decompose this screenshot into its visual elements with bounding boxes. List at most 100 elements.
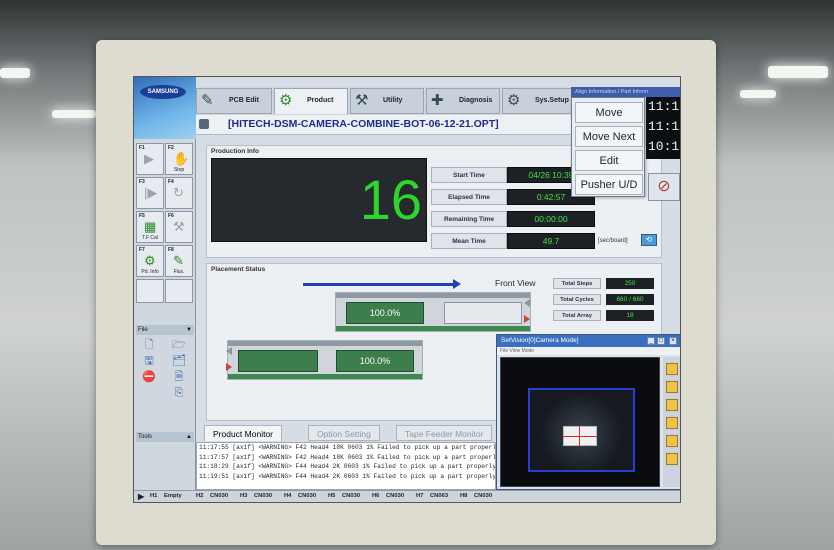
lower-board: 100.0% — [336, 350, 414, 372]
tab-sys-setup[interactable]: ⚙ Sys.Setup — [502, 88, 574, 114]
tab-tape-feeder-monitor[interactable]: Tape Feeder Monitor — [396, 425, 493, 441]
total-array-value: 18 — [606, 310, 654, 321]
mean-time-value: 49.7 — [507, 233, 595, 249]
mean-time-label: Mean Time — [431, 233, 507, 249]
head-label: H6 — [372, 493, 380, 499]
tab-pcb-edit[interactable]: ✎ PCB Edit — [196, 88, 272, 114]
f3-step-button[interactable]: F3 |▶ — [136, 177, 164, 209]
tab-label: Sys.Setup — [535, 97, 569, 104]
camera-tool-button[interactable] — [666, 381, 678, 393]
key-caption: Stop — [173, 167, 185, 173]
reset-button[interactable]: ⟲ — [641, 234, 657, 246]
nozzle-label: CN063 — [430, 493, 449, 499]
total-steps-value: 250 — [606, 278, 654, 289]
f4-cycle-button[interactable]: F4 ↻ — [165, 177, 193, 209]
f7-product-info-button[interactable]: F7 ⚙ Pd. Info — [136, 245, 164, 277]
flow-arrow-line — [303, 283, 453, 286]
crosshair-vertical — [579, 426, 580, 446]
tab-product-monitor[interactable]: Product Monitor — [204, 425, 282, 441]
tab-product[interactable]: ⚙ Product — [274, 88, 348, 114]
total-cycles-value: 660 / 660 — [606, 294, 654, 305]
tab-option-setting[interactable]: Option Setting — [308, 425, 380, 441]
ceiling-light — [768, 66, 828, 78]
camera-tool-button[interactable] — [666, 399, 678, 411]
production-counter: 16 — [211, 158, 427, 242]
conveyor-rail — [228, 374, 422, 379]
head-label: H3 — [240, 493, 248, 499]
blank-key[interactable] — [165, 279, 193, 303]
maximize-button[interactable]: □ — [657, 337, 665, 345]
head-label: H7 — [416, 493, 424, 499]
camera-tool-button[interactable] — [666, 363, 678, 375]
f2-stop-button[interactable]: F2 ✋ Stop — [165, 143, 193, 175]
f8-flux-button[interactable]: F8 ✎ Flux. — [165, 245, 193, 277]
camera-title-text: SetVision[0]Camera Mode] — [501, 337, 579, 344]
file-section-label: File — [138, 327, 148, 333]
remaining-time-value: 00:00:00 — [507, 211, 595, 227]
board-count: 16 — [359, 168, 422, 231]
f1-start-button[interactable]: F1 ▶ — [136, 143, 164, 175]
move-button[interactable]: Move — [575, 102, 643, 123]
f6-tool-button[interactable]: F6 ⚒ — [165, 211, 193, 243]
pcb-edit-icon: ✎ — [201, 92, 214, 109]
pusher-ud-button[interactable]: Pusher U/D — [575, 174, 643, 195]
front-view-label: Front View — [495, 278, 536, 288]
sys-setup-icon: ⚙ — [507, 92, 521, 109]
nozzle-label: CN030 — [342, 493, 361, 499]
warning-log[interactable]: 11:17:55 [ax1f] <WARNING> F42 Head4 18K … — [196, 442, 496, 490]
conveyor-rail — [336, 293, 530, 298]
tab-utility[interactable]: ⚒ Utility — [350, 88, 424, 114]
nozzle-label: CN030 — [474, 493, 493, 499]
step-icon: |▶ — [144, 185, 158, 200]
play-icon: ▶ — [144, 151, 154, 166]
total-cycles-label: Total Cycles — [553, 294, 601, 305]
camera-tool-button[interactable] — [666, 435, 678, 447]
camera-tool-button[interactable] — [666, 453, 678, 465]
play-icon[interactable]: ▶ — [138, 492, 144, 501]
elapsed-time-label: Elapsed Time — [431, 189, 507, 205]
lower-left-board — [238, 350, 318, 372]
time-column: 11:1 11:1 10:1 — [646, 97, 680, 159]
camera-tool-button[interactable] — [666, 417, 678, 429]
time-text: 10:1 — [648, 139, 680, 154]
logo-text: SAMSUNG — [140, 85, 186, 99]
tools-section-label: Tools — [138, 434, 153, 440]
blank-key[interactable] — [136, 279, 164, 303]
file-section-header[interactable]: File ▼ — [136, 325, 194, 335]
crosshair-horizontal — [563, 436, 597, 437]
collapse-icon: ▼ — [186, 327, 192, 333]
upper-board: 100.0% — [346, 302, 424, 324]
head-label: H5 — [328, 493, 336, 499]
tools-section-header[interactable]: Tools ▲ — [136, 432, 194, 442]
move-next-button[interactable]: Move Next — [575, 126, 643, 147]
minimize-button[interactable]: _ — [647, 337, 655, 345]
stop-hand-icon: ✋ — [173, 151, 190, 166]
head-label: H4 — [284, 493, 292, 499]
tab-label: Diagnosis — [459, 97, 493, 104]
time-text: 11:1 — [648, 99, 680, 114]
document-icon[interactable]: 🗎 — [172, 371, 186, 383]
stopper-marker — [226, 363, 232, 371]
start-time-label: Start Time — [431, 167, 507, 183]
tab-label: Utility — [383, 97, 403, 104]
camera-menu: File View Mode — [497, 347, 680, 355]
time-text: 11:1 — [648, 119, 680, 134]
save-icon[interactable]: 🖫 — [142, 355, 156, 367]
disable-icon[interactable]: ⊘ — [648, 173, 680, 201]
nozzle-label: CN030 — [254, 493, 273, 499]
ceiling-light — [740, 90, 776, 98]
folder-icon[interactable]: 🗁 — [172, 339, 186, 351]
tab-diagnosis[interactable]: ✚ Diagnosis — [426, 88, 500, 114]
edit-button[interactable]: Edit — [575, 150, 643, 171]
left-function-bar: SAMSUNG F1 ▶ F2 ✋ Stop F3 |▶ F4 ↻ F5 ▦ T… — [134, 77, 196, 502]
head-label: H2 — [196, 493, 204, 499]
open-icon[interactable]: 🗂 — [172, 355, 186, 367]
alert-icon[interactable]: ⛔ — [142, 371, 156, 383]
close-button[interactable]: × — [669, 337, 677, 345]
f5-tf-cal-button[interactable]: F5 ▦ T.F Cal — [136, 211, 164, 243]
total-steps-label: Total Steps — [553, 278, 601, 289]
ceiling-light — [0, 68, 30, 78]
nozzle-label: Empty — [164, 493, 182, 499]
export-icon[interactable]: ⎘ — [172, 387, 186, 399]
new-file-icon[interactable]: 🗋 — [142, 339, 156, 351]
